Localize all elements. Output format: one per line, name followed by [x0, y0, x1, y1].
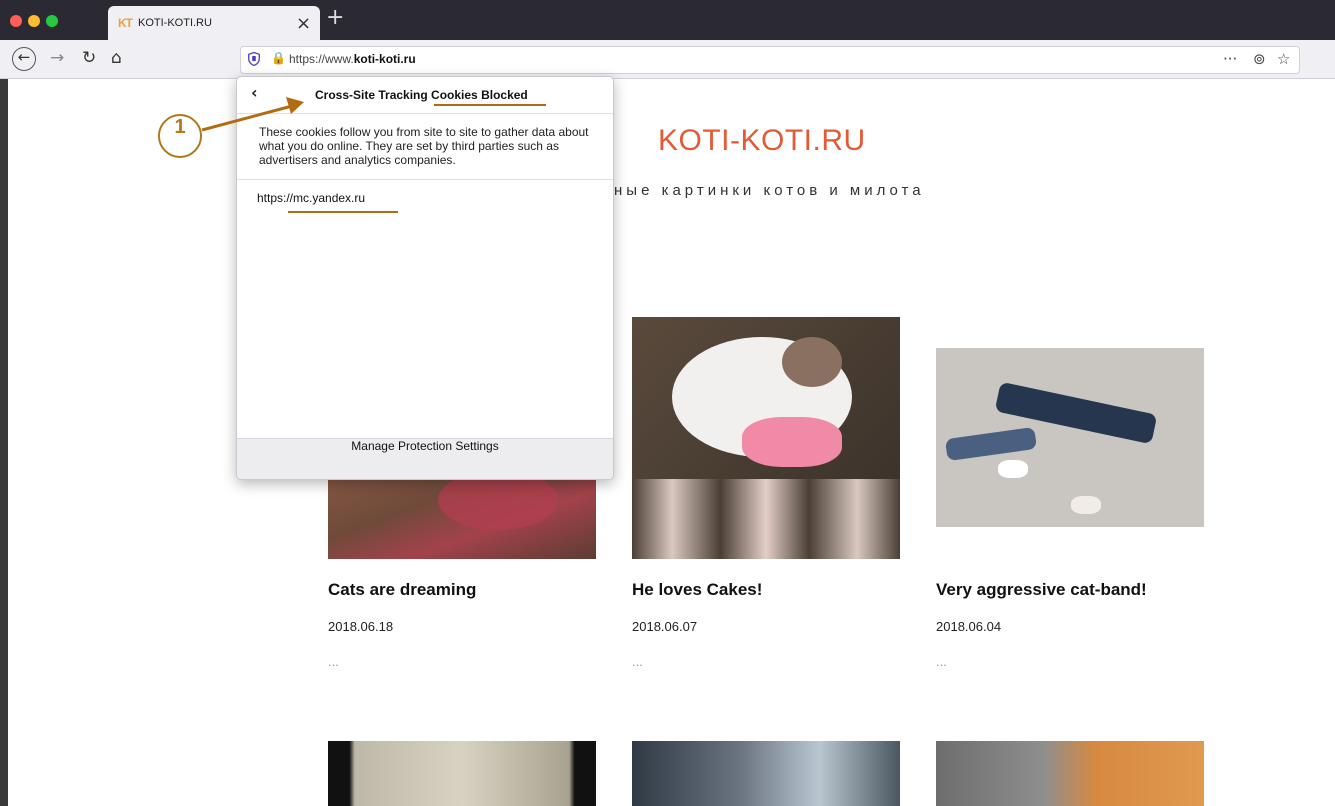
url-text[interactable]: https://www.koti-koti.ru: [289, 52, 416, 66]
post-title[interactable]: He loves Cakes!: [632, 580, 762, 600]
post-thumbnail[interactable]: [936, 741, 1204, 806]
post-excerpt: ...: [936, 654, 947, 669]
back-arrow-icon[interactable]: ←: [12, 47, 36, 71]
panel-description: These cookies follow you from site to si…: [259, 125, 589, 167]
divider: [237, 179, 613, 180]
zoom-window-button[interactable]: [46, 15, 58, 27]
new-tab-button[interactable]: +: [326, 5, 344, 30]
annotation-underline: [288, 211, 398, 213]
panel-title-suffix: Cookies Blocked: [431, 88, 528, 102]
post-title[interactable]: Very aggressive cat-band!: [936, 580, 1147, 600]
reload-icon[interactable]: ↻: [82, 48, 96, 68]
post-date: 2018.06.07: [632, 619, 698, 634]
post-thumbnail[interactable]: [328, 741, 596, 806]
url-prefix: https://www.: [289, 52, 354, 66]
home-icon[interactable]: ⌂: [111, 48, 122, 68]
browser-tab[interactable]: KT KOTI-KOTI.RU ×: [108, 6, 320, 40]
site-title[interactable]: KOTI-KOTI.RU: [658, 124, 866, 158]
lock-icon[interactable]: 🔒: [271, 51, 286, 65]
forward-arrow-icon[interactable]: →: [50, 48, 64, 68]
annotation-arrow-icon: [201, 97, 304, 132]
tab-title: KOTI-KOTI.RU: [138, 17, 212, 29]
minimize-window-button[interactable]: [28, 15, 40, 27]
annotation-callout: 1: [158, 114, 202, 158]
tracking-protection-shield-icon[interactable]: [248, 52, 260, 66]
bookmark-star-icon[interactable]: ☆: [1277, 50, 1290, 68]
panel-title: Cross-Site Tracking Cookies Blocked: [315, 88, 528, 102]
post-excerpt: ...: [632, 654, 643, 669]
post-excerpt: ...: [328, 654, 339, 669]
url-bar[interactable]: 🔒 https://www.koti-koti.ru ··· ⊚ ☆: [240, 46, 1300, 74]
annotation-underline: [434, 104, 546, 106]
url-domain: koti-koti.ru: [353, 52, 416, 66]
post-date: 2018.06.18: [328, 619, 394, 634]
pocket-icon[interactable]: ⊚: [1253, 50, 1266, 68]
blocked-site-entry: https://mc.yandex.ru: [257, 191, 366, 205]
panel-title-prefix: Cross-Site Tracking: [315, 88, 432, 102]
post-title[interactable]: Cats are dreaming: [328, 580, 476, 600]
post-thumbnail-cakes[interactable]: [632, 317, 900, 559]
more-actions-icon[interactable]: ···: [1223, 50, 1237, 68]
tab-close-icon[interactable]: ×: [296, 13, 311, 34]
navigation-toolbar: ← → ↻ ⌂ 🔒 https://www.koti-koti.ru ··· ⊚…: [0, 40, 1335, 79]
site-subtitle: ные картинки котов и милота: [614, 182, 925, 199]
close-window-button[interactable]: [10, 15, 22, 27]
post-date: 2018.06.04: [936, 619, 1002, 634]
post-thumbnail[interactable]: [632, 741, 900, 806]
post-thumbnail-cat-band[interactable]: [936, 348, 1204, 527]
site-favicon-icon: KT: [118, 16, 133, 30]
tab-strip: KT KOTI-KOTI.RU × +: [0, 0, 1335, 40]
manage-protection-settings-button[interactable]: Manage Protection Settings: [237, 438, 613, 479]
